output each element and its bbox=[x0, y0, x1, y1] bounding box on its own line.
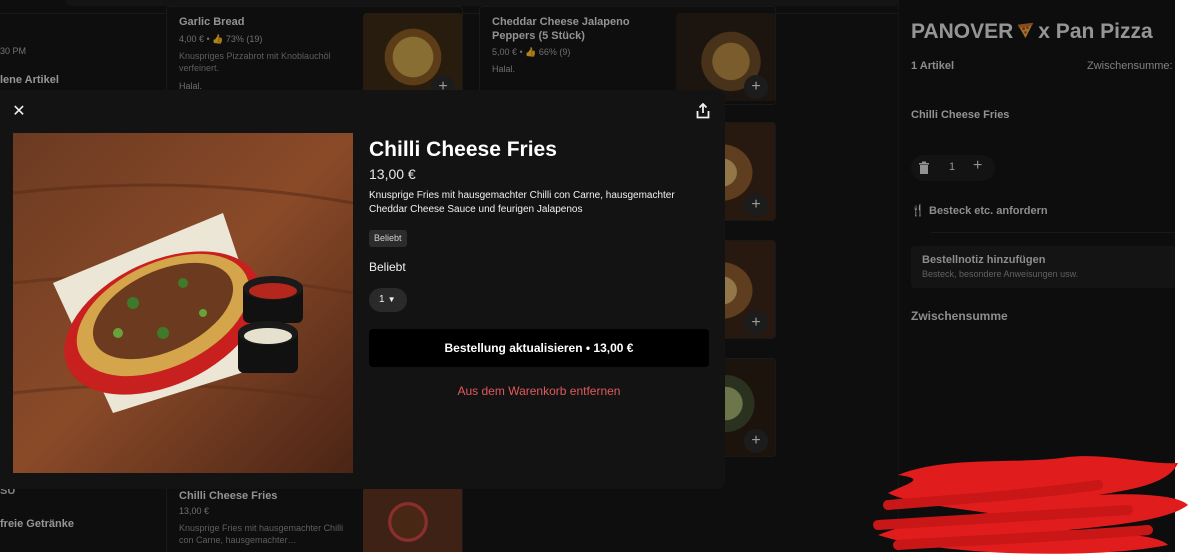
chevron-down-icon: ▼ bbox=[387, 295, 396, 304]
item-price: 13,00 € bbox=[369, 166, 416, 182]
remove-from-cart-button[interactable]: Aus dem Warenkorb entfernen bbox=[369, 384, 709, 398]
share-icon[interactable] bbox=[695, 103, 711, 119]
item-detail-modal: ✕ Chilli Cheese Fries 13,00 € Knusprige … bbox=[0, 90, 725, 489]
quantity-value: 1 bbox=[379, 294, 385, 305]
quantity-select[interactable]: 1 ▼ bbox=[369, 288, 407, 312]
redaction-scribble bbox=[873, 456, 1188, 554]
section-label: Beliebt bbox=[369, 260, 406, 274]
item-photo bbox=[13, 133, 353, 473]
close-icon[interactable]: ✕ bbox=[10, 103, 28, 121]
item-description: Knusprige Fries mit hausgemachter Chilli… bbox=[369, 190, 675, 215]
update-order-button[interactable]: Bestellung aktualisieren • 13,00 € bbox=[369, 329, 709, 367]
item-title: Chilli Cheese Fries bbox=[369, 138, 557, 161]
popular-badge: Beliebt bbox=[369, 230, 407, 247]
